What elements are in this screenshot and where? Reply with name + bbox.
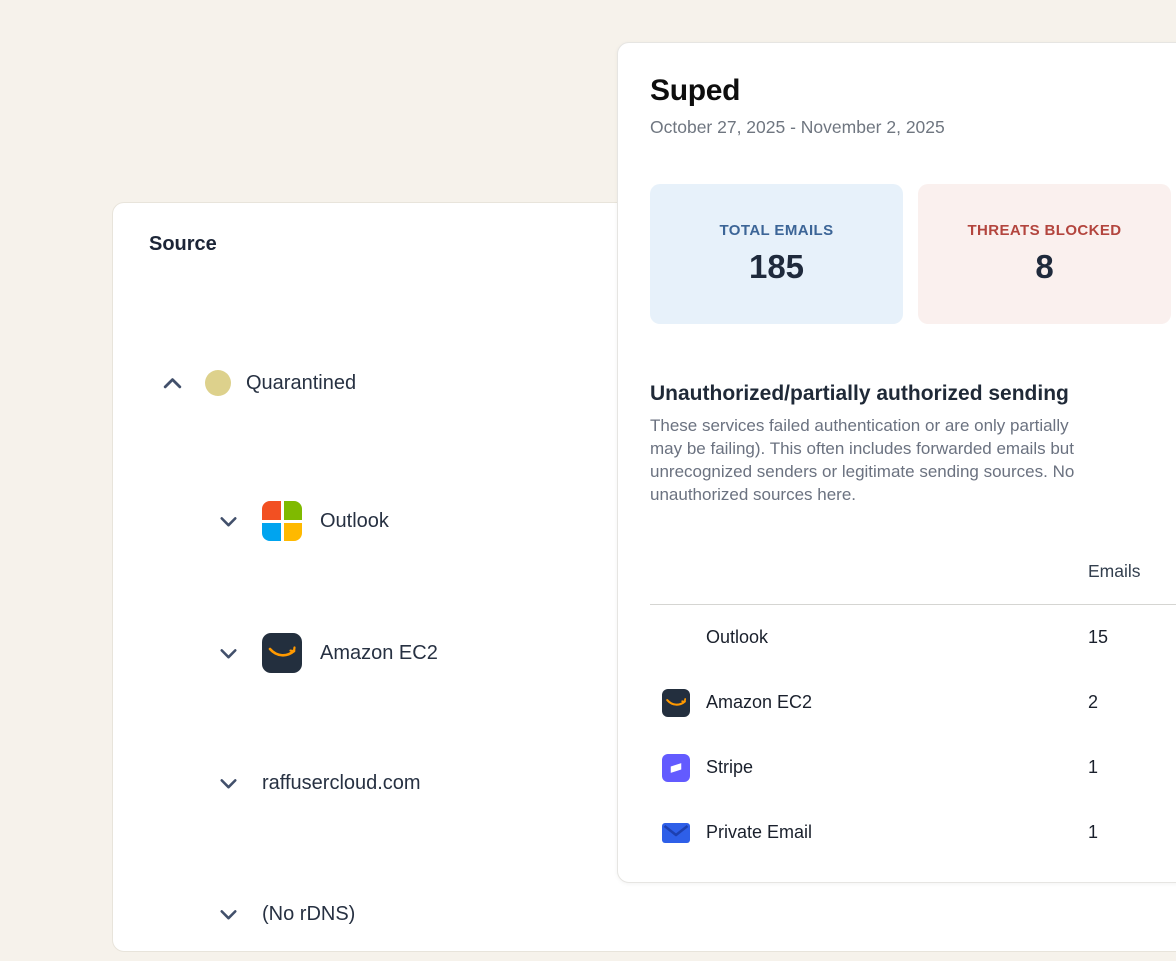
chevron-down-icon[interactable] [216,509,241,534]
stats-row: TOTAL EMAILS 185 THREATS BLOCKED 8 [650,184,1176,324]
chevron-down-icon[interactable] [216,902,241,927]
tree-item-outlook[interactable]: Outlook [216,499,389,543]
amazon-logo-icon [262,633,302,673]
section-heading: Unauthorized/partially authorized sendin… [650,382,1176,406]
description-line: may be failing). This often includes for… [650,437,1176,460]
amazon-logo-icon [662,689,690,717]
stat-threats-blocked: THREATS BLOCKED 8 [918,184,1171,324]
stat-label: THREATS BLOCKED [967,222,1121,239]
microsoft-logo-icon [262,501,302,541]
table-row-outlook: Outlook 15 [650,605,1176,670]
chevron-up-icon[interactable] [159,370,186,397]
chevron-down-icon[interactable] [216,771,241,796]
service-name: Private Email [706,822,812,843]
emails-count: 15 [1088,627,1108,648]
service-name: Outlook [706,627,768,648]
service-name: Stripe [706,757,753,778]
table-header-row: Emails [650,522,1176,604]
stat-label: TOTAL EMAILS [720,222,834,239]
table-row-private-email: Private Email 1 [650,800,1176,865]
emails-count: 1 [1088,757,1098,778]
section-description: These services failed authentication or … [650,414,1176,506]
tree-item-amazon-ec2[interactable]: Amazon EC2 [216,631,438,675]
tree-item-raffusercloud[interactable]: raffusercloud.com [216,761,421,805]
report-date-range: October 27, 2025 - November 2, 2025 [650,117,1176,138]
report-title: Suped [650,74,1176,108]
quarantined-dot-icon [205,370,231,396]
tree-item-no-rdns[interactable]: (No rDNS) [216,892,355,936]
tree-item-label: Quarantined [246,372,356,395]
tree-item-label: Outlook [320,510,389,533]
report-card: Suped October 27, 2025 - November 2, 202… [617,42,1176,883]
emails-count: 2 [1088,692,1098,713]
description-line: unauthorized sources here. [650,483,1176,506]
stat-value: 185 [749,248,804,286]
microsoft-logo-icon [662,624,690,652]
description-line: These services failed authentication or … [650,414,1176,437]
tree-item-quarantined[interactable]: Quarantined [159,361,356,405]
table-row-stripe: Stripe 1 [650,735,1176,800]
tree-item-label: (No rDNS) [262,903,355,926]
stat-total-emails: TOTAL EMAILS 185 [650,184,903,324]
table-row-amazon-ec2: Amazon EC2 2 [650,670,1176,735]
source-panel-title: Source [149,233,217,256]
description-line: unrecognized senders or legitimate sendi… [650,460,1176,483]
service-name: Amazon EC2 [706,692,812,713]
stripe-logo-icon [662,754,690,782]
senders-table: Emails Outlook 15 Amazon EC2 2 Stripe 1 [650,522,1176,865]
envelope-icon [662,821,690,845]
stat-value: 8 [1035,248,1053,286]
tree-item-label: raffusercloud.com [262,772,421,795]
tree-item-label: Amazon EC2 [320,642,438,665]
emails-column-header: Emails [1088,561,1141,582]
chevron-down-icon[interactable] [216,641,241,666]
emails-count: 1 [1088,822,1098,843]
